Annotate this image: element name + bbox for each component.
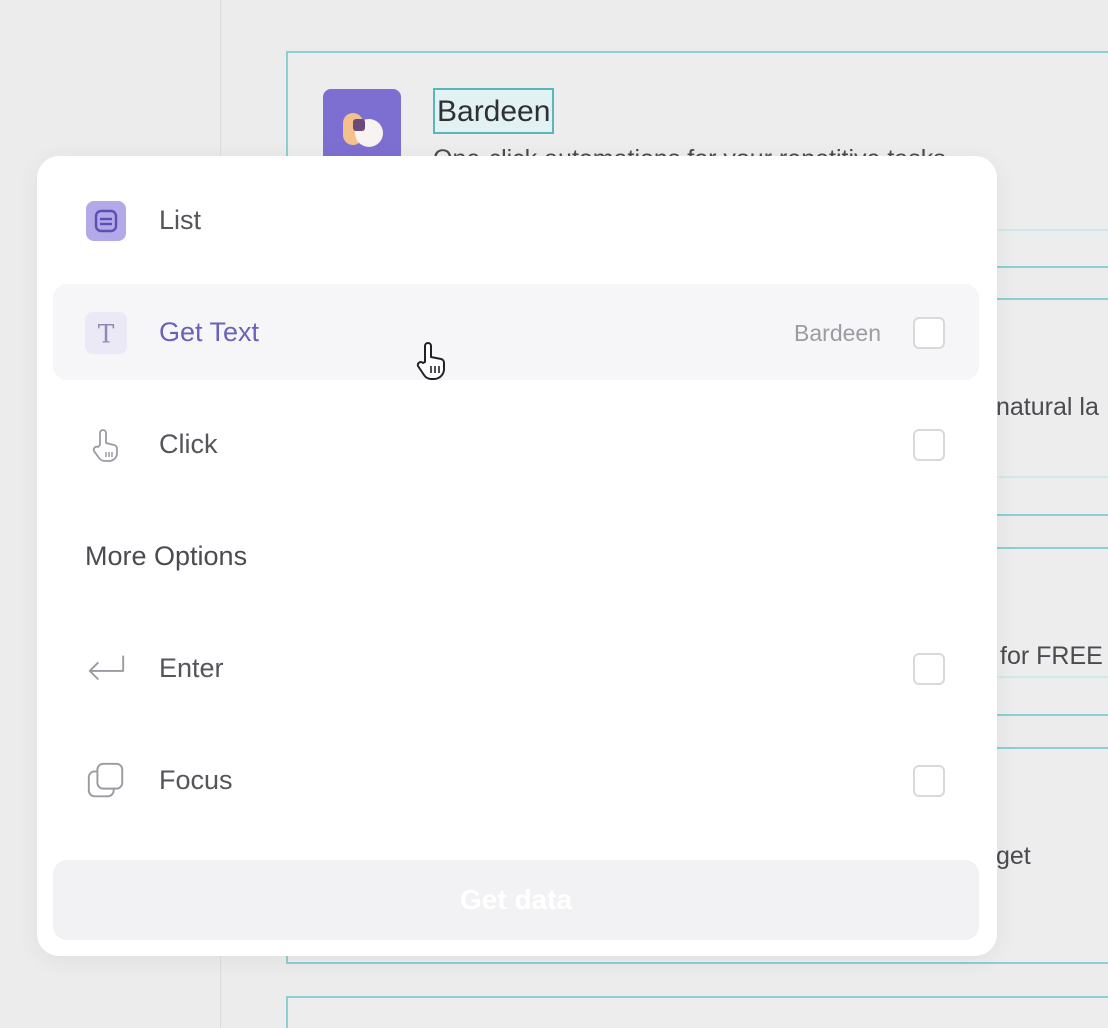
pointer-icon <box>85 424 127 466</box>
menu-item-label: Get Text <box>159 317 260 347</box>
card-3-snippet: for FREE <box>1000 642 1103 670</box>
menu-item-label: Enter <box>159 653 224 683</box>
enter-icon <box>85 648 127 690</box>
focus-icon <box>85 760 127 802</box>
enter-checkbox[interactable] <box>913 653 945 685</box>
hand-cursor-icon <box>416 342 445 380</box>
menu-item-list[interactable]: List <box>53 172 979 268</box>
more-options-title: More Options <box>85 541 248 571</box>
get-text-checkbox[interactable] <box>913 317 945 349</box>
focus-checkbox[interactable] <box>913 765 945 797</box>
action-popup-menu: List T Get Text Bardeen Click More Optio… <box>37 156 997 956</box>
card-2-snippet: natural la <box>996 393 1099 421</box>
text-icon: T <box>85 312 127 354</box>
menu-item-label: Focus <box>159 765 233 795</box>
list-icon <box>85 200 127 242</box>
get-data-button[interactable]: Get data <box>53 860 979 940</box>
menu-item-label: Click <box>159 429 218 459</box>
card-4-snippet: get <box>996 842 1031 870</box>
menu-item-enter[interactable]: Enter <box>53 620 979 716</box>
menu-item-label: List <box>159 205 202 235</box>
source-tag: Bardeen <box>794 320 881 346</box>
click-checkbox[interactable] <box>913 429 945 461</box>
menu-item-click[interactable]: Click <box>53 396 979 492</box>
menu-item-get-text[interactable]: T Get Text Bardeen <box>53 284 979 380</box>
app-card-5[interactable] <box>286 996 1108 1028</box>
svg-text:T: T <box>98 320 115 349</box>
menu-item-focus[interactable]: Focus <box>53 732 979 828</box>
app-title: Bardeen <box>433 88 555 134</box>
